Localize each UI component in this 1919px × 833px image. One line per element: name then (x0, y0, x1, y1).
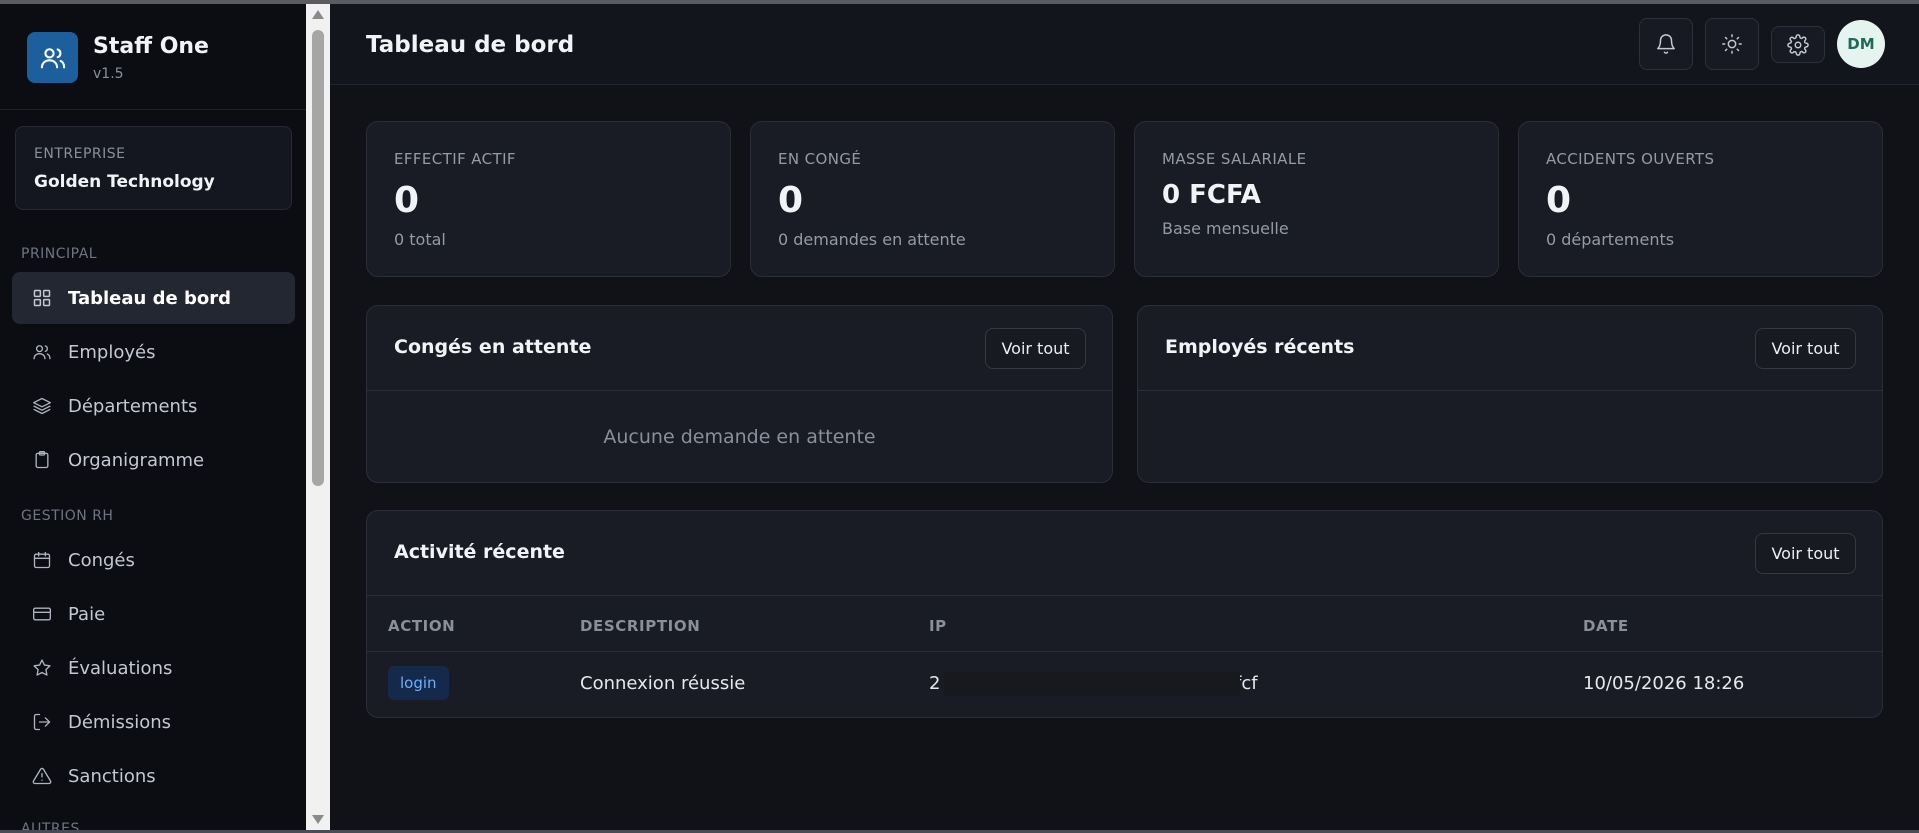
sidebar-item-paie[interactable]: Paie (12, 588, 295, 640)
column-header-description[interactable]: DESCRIPTION (580, 617, 700, 635)
sidebar-item-demissions[interactable]: Démissions (12, 696, 295, 748)
page-title: Tableau de bord (366, 32, 575, 58)
view-all-activity-button[interactable]: Voir tout (1755, 533, 1856, 574)
view-all-employees-button[interactable]: Voir tout (1755, 328, 1856, 369)
panel-title: Congés en attente (394, 336, 592, 358)
view-all-leaves-button[interactable]: Voir tout (985, 328, 1086, 369)
calendar-icon (33, 551, 51, 569)
company-name: Golden Technology (34, 172, 215, 192)
scroll-thumb[interactable] (312, 30, 324, 486)
brand-header: Staff One v1.5 (0, 4, 306, 110)
grid-icon (33, 289, 51, 307)
gear-icon (1787, 33, 1809, 56)
sidebar-item-sanctions[interactable]: Sanctions (12, 750, 295, 802)
column-header-action[interactable]: ACTION (388, 617, 455, 635)
stat-value: 0 (778, 180, 804, 221)
stat-label: MASSE SALARIALE (1162, 150, 1307, 168)
stat-label: ACCIDENTS OUVERTS (1546, 150, 1715, 168)
sun-icon (1722, 34, 1742, 54)
settings-button[interactable] (1771, 26, 1825, 63)
stat-card-masse-salariale: MASSE SALARIALE 0 FCFA Base mensuelle (1134, 121, 1499, 277)
sidebar-item-evaluations[interactable]: Évaluations (12, 642, 295, 694)
section-label-principal: PRINCIPAL (21, 246, 98, 262)
sidebar-item-label: Congés (68, 550, 135, 571)
divider (1138, 390, 1882, 391)
stat-value: 0 FCFA (1162, 180, 1261, 210)
users-icon (33, 345, 51, 360)
divider (367, 390, 1112, 391)
pending-leaves-panel: Congés en attente Voir tout Aucune deman… (366, 305, 1113, 483)
section-label-autres: AUTRES (21, 821, 80, 830)
stat-card-en-conge: EN CONGÉ 0 0 demandes en attente (750, 121, 1115, 277)
panel-title: Activité récente (394, 541, 565, 563)
user-avatar[interactable]: DM (1837, 20, 1885, 68)
stat-subtext: 0 total (394, 230, 446, 249)
activity-ip-start: 2 (929, 673, 941, 694)
column-header-ip[interactable]: IP (929, 617, 947, 635)
top-header: Tableau de bord DM (330, 4, 1919, 85)
activity-date: 10/05/2026 18:26 (1583, 673, 1745, 694)
recent-employees-panel: Employés récents Voir tout (1137, 305, 1883, 483)
notifications-button[interactable] (1639, 18, 1693, 70)
sidebar: Staff One v1.5 ENTREPRISE Golden Technol… (0, 4, 306, 830)
sidebar-item-label: Employés (68, 342, 156, 363)
column-header-date[interactable]: DATE (1583, 617, 1629, 635)
sidebar-item-tableau-de-bord[interactable]: Tableau de bord (12, 272, 295, 324)
panel-title: Employés récents (1165, 336, 1355, 358)
theme-toggle-button[interactable] (1705, 18, 1759, 70)
app-version: v1.5 (93, 66, 124, 82)
alert-triangle-icon (32, 767, 52, 785)
stat-card-accidents: ACCIDENTS OUVERTS 0 0 départements (1518, 121, 1883, 277)
clipboard-icon (35, 451, 49, 469)
sidebar-item-employes[interactable]: Employés (12, 326, 295, 378)
stat-value: 0 (394, 180, 420, 221)
stat-subtext: Base mensuelle (1162, 219, 1289, 238)
stat-label: EN CONGÉ (778, 150, 862, 168)
sidebar-item-label: Évaluations (68, 658, 173, 679)
credit-card-icon (33, 607, 51, 621)
stat-subtext: 0 demandes en attente (778, 230, 966, 249)
stat-value: 0 (1546, 180, 1572, 221)
star-icon (33, 659, 51, 676)
action-badge: login (388, 666, 449, 700)
bell-icon (1657, 34, 1675, 54)
scroll-down-arrow-icon[interactable] (312, 815, 324, 824)
sidebar-item-departements[interactable]: Départements (12, 380, 295, 432)
sidebar-item-label: Démissions (68, 712, 172, 733)
scroll-up-arrow-icon[interactable] (312, 10, 324, 19)
logout-icon (33, 713, 51, 731)
company-selector[interactable]: ENTREPRISE Golden Technology (15, 126, 292, 210)
sidebar-item-label: Sanctions (68, 766, 156, 787)
sidebar-item-label: Départements (68, 396, 198, 417)
sidebar-scrollbar[interactable] (306, 4, 330, 830)
section-label-gestion-rh: GESTION RH (21, 508, 114, 524)
layers-icon (33, 397, 51, 415)
sidebar-item-label: Paie (68, 604, 106, 625)
company-label: ENTREPRISE (34, 146, 126, 162)
stat-label: EFFECTIF ACTIF (394, 150, 516, 168)
redacted-ip-block (944, 672, 1240, 696)
stat-subtext: 0 départements (1546, 230, 1675, 249)
divider (367, 595, 1882, 596)
sidebar-item-label: Organigramme (68, 450, 205, 471)
app-logo-icon[interactable] (27, 32, 78, 83)
stat-card-effectif: EFFECTIF ACTIF 0 0 total (366, 121, 731, 277)
sidebar-item-conges[interactable]: Congés (12, 534, 295, 586)
sidebar-item-organigramme[interactable]: Organigramme (12, 434, 295, 486)
table-header-divider (367, 651, 1882, 652)
sidebar-item-label: Tableau de bord (68, 288, 231, 309)
app-name: Staff One (93, 34, 209, 59)
empty-state-text: Aucune demande en attente (603, 426, 876, 448)
activity-description: Connexion réussie (580, 673, 746, 694)
